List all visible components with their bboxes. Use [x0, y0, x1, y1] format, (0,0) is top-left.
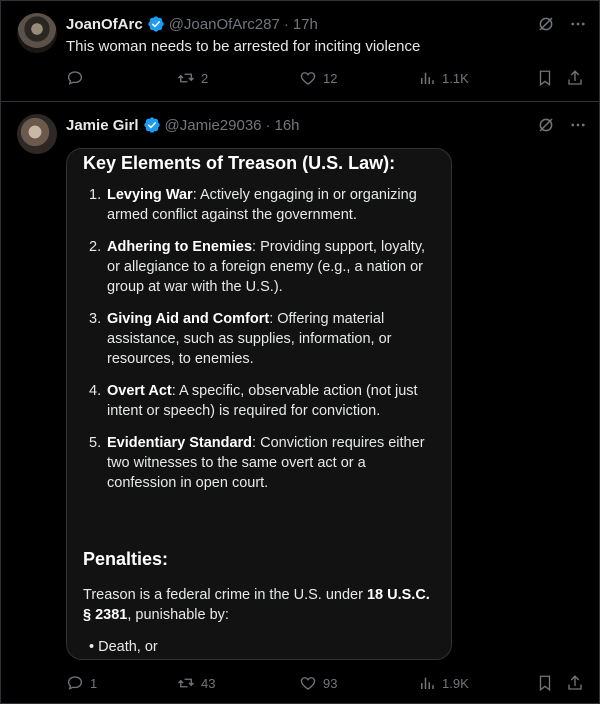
views-count: 1.9K — [442, 675, 469, 691]
views-button[interactable]: 1.9K — [418, 674, 469, 692]
timestamp[interactable]: 16h — [275, 117, 300, 134]
tweet-header: Jamie Girl @Jamie29036 · 16h — [66, 114, 300, 136]
timestamp[interactable]: 17h — [293, 16, 318, 33]
separator-dot: · — [283, 15, 289, 33]
like-button[interactable]: 93 — [299, 674, 337, 692]
like-button[interactable]: 12 — [299, 69, 337, 87]
like-icon — [300, 677, 316, 690]
handle[interactable]: @Jamie29036 — [165, 117, 262, 134]
image-card[interactable]: Key Elements of Treason (U.S. Law): 1. Le… — [66, 148, 452, 660]
views-icon — [421, 677, 434, 689]
elements-list: 1. Levying War: Actively engaging in or o… — [83, 185, 433, 505]
reply-button[interactable] — [66, 69, 84, 87]
penalties-text: Treason is a federal crime in the U.S. u… — [83, 587, 430, 623]
reply-icon — [67, 71, 83, 85]
verified-badge-icon — [143, 117, 160, 133]
list-item: 1. Levying War: Actively engaging in or o… — [89, 187, 417, 223]
views-count: 1.1K — [442, 70, 469, 86]
more-icon[interactable] — [569, 116, 587, 134]
penalty-bullet: • Death, or — [89, 639, 158, 655]
action-bar: 1 43 93 1.9K — [66, 672, 586, 694]
avatar[interactable] — [17, 13, 57, 53]
retweet-button[interactable]: 2 — [177, 69, 208, 87]
reply-icon — [67, 676, 83, 690]
separator-dot: · — [265, 116, 271, 134]
list-item: 2. Adhering to Enemies: Providing support… — [89, 239, 426, 295]
retweet-icon — [178, 73, 194, 83]
retweet-count: 43 — [201, 675, 216, 691]
tweet-header: JoanOfArc @JoanOfArc287 · 17h — [66, 13, 318, 35]
like-icon — [300, 72, 316, 85]
views-button[interactable]: 1.1K — [418, 69, 469, 87]
reply-button[interactable]: 1 — [66, 674, 97, 692]
retweet-button[interactable]: 43 — [177, 674, 215, 692]
bookmark-icon — [539, 70, 551, 87]
views-icon — [421, 72, 434, 84]
tweet-top-actions — [537, 15, 587, 33]
more-icon[interactable] — [569, 15, 587, 33]
list-item: 5. Evidentiary Standard: Conviction requi… — [89, 435, 425, 491]
handle[interactable]: @JoanOfArc287 — [169, 16, 280, 33]
verified-badge-icon — [148, 16, 164, 32]
avatar[interactable] — [17, 114, 57, 154]
action-bar: 2 12 1.1K — [66, 67, 586, 89]
list-item: 4. Overt Act: A specific, observable acti… — [89, 383, 418, 419]
like-count: 12 — [323, 70, 338, 86]
display-name[interactable]: JoanOfArc — [66, 16, 143, 33]
share-icon — [568, 70, 582, 85]
tweet-top-actions — [537, 116, 587, 134]
like-count: 93 — [323, 675, 338, 691]
reply-count: 1 — [90, 675, 98, 691]
retweet-count: 2 — [201, 70, 209, 86]
bookmark-button[interactable] — [536, 674, 554, 692]
bookmark-icon — [539, 675, 551, 692]
display-name[interactable]: Jamie Girl — [66, 117, 139, 134]
list-item: 3. Giving Aid and Comfort: Offering mater… — [89, 311, 392, 367]
tweet[interactable]: Jamie Girl @Jamie29036 · 16h Key Element… — [1, 102, 600, 704]
grok-icon[interactable] — [537, 116, 555, 134]
retweet-icon — [178, 678, 194, 688]
penalties-heading: Penalties: — [83, 549, 169, 569]
timeline: JoanOfArc @JoanOfArc287 · 17h This woman… — [0, 0, 600, 704]
share-button[interactable] — [566, 674, 584, 692]
tweet[interactable]: JoanOfArc @JoanOfArc287 · 17h This woman… — [1, 1, 600, 102]
bookmark-button[interactable] — [536, 69, 554, 87]
grok-icon[interactable] — [537, 15, 555, 33]
card-title: Key Elements of Treason (U.S. Law): — [83, 153, 396, 173]
share-icon — [568, 675, 582, 690]
share-button[interactable] — [566, 69, 584, 87]
tweet-text: This woman needs to be arrested for inci… — [66, 38, 421, 55]
